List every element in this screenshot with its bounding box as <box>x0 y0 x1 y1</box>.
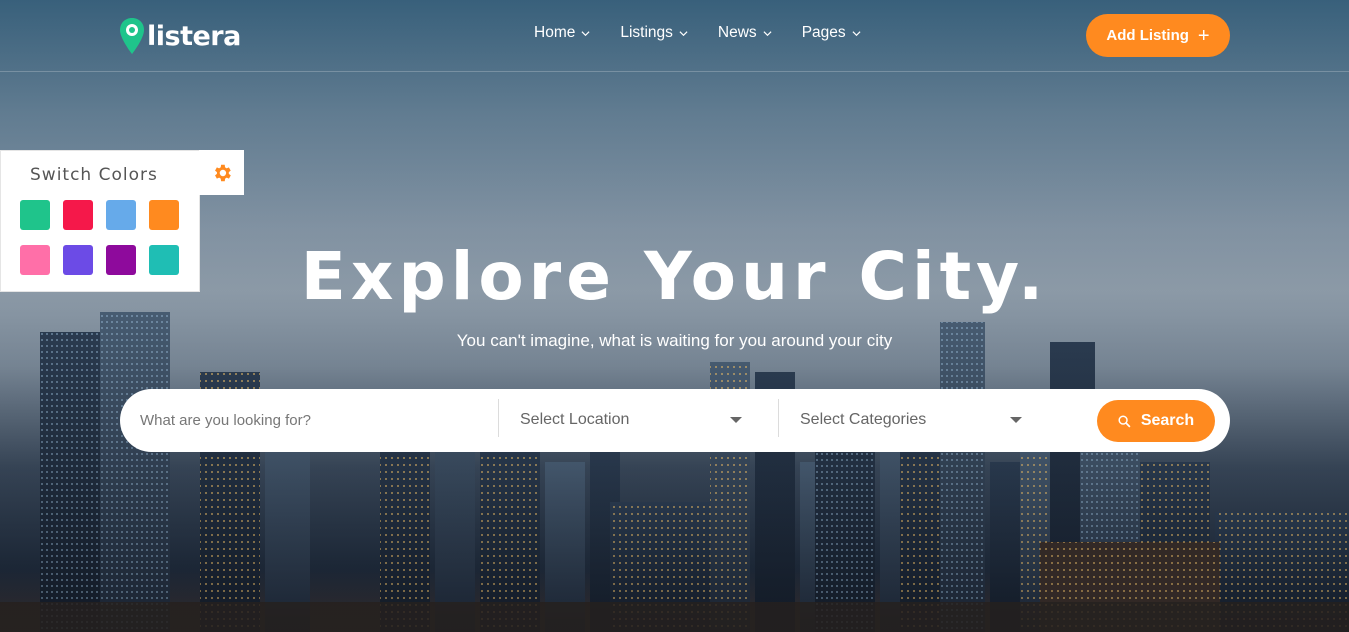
hero-subtitle: You can't imagine, what is waiting for y… <box>456 331 893 350</box>
add-listing-label: Add Listing <box>1106 27 1189 44</box>
site-header: listera Home Listings News Pages Add Lis… <box>0 0 1349 72</box>
color-switcher-toggle[interactable] <box>199 150 244 195</box>
search-button-label: Search <box>1140 412 1195 429</box>
keyword-search-input[interactable] <box>140 403 495 437</box>
map-pin-icon <box>120 18 144 54</box>
nav-item-label: Pages <box>801 24 846 41</box>
main-nav: Home Listings News Pages <box>534 24 891 42</box>
search-bar: Select Location Select Categories Search <box>120 389 1230 452</box>
nav-item-label: Listings <box>620 24 673 41</box>
color-swatch-orange[interactable] <box>149 200 179 230</box>
brand-name: listera <box>147 20 241 52</box>
chevron-down-icon <box>852 30 861 36</box>
logo[interactable]: listera <box>119 16 241 56</box>
color-swatch-red[interactable] <box>63 200 93 230</box>
divider <box>778 399 779 437</box>
color-swatch-green[interactable] <box>20 200 50 230</box>
search-icon <box>1118 414 1131 427</box>
nav-item-home[interactable]: Home <box>534 24 590 42</box>
location-select-label: Select Location <box>520 411 630 428</box>
caret-down-icon <box>730 417 742 423</box>
nav-item-news[interactable]: News <box>718 24 772 42</box>
color-swatch-blue[interactable] <box>106 200 136 230</box>
divider <box>498 399 499 437</box>
nav-item-pages[interactable]: Pages <box>802 24 861 42</box>
plus-icon: + <box>1197 24 1210 47</box>
categories-select-label: Select Categories <box>800 411 927 428</box>
chevron-down-icon <box>581 30 590 36</box>
location-select[interactable]: Select Location <box>520 401 742 439</box>
nav-item-label: News <box>717 24 757 41</box>
color-switcher-title: Switch Colors <box>30 165 158 185</box>
nav-item-label: Home <box>534 24 576 41</box>
gear-icon <box>214 164 231 181</box>
caret-down-icon <box>1010 417 1022 423</box>
search-button[interactable]: Search <box>1097 400 1215 442</box>
nav-item-listings[interactable]: Listings <box>620 24 688 42</box>
hero-title: Explore Your City. <box>300 238 1049 315</box>
add-listing-button[interactable]: Add Listing + <box>1086 14 1230 57</box>
categories-select[interactable]: Select Categories <box>800 401 1022 439</box>
chevron-down-icon <box>763 30 772 36</box>
chevron-down-icon <box>679 30 688 36</box>
hero-background <box>0 0 1349 632</box>
